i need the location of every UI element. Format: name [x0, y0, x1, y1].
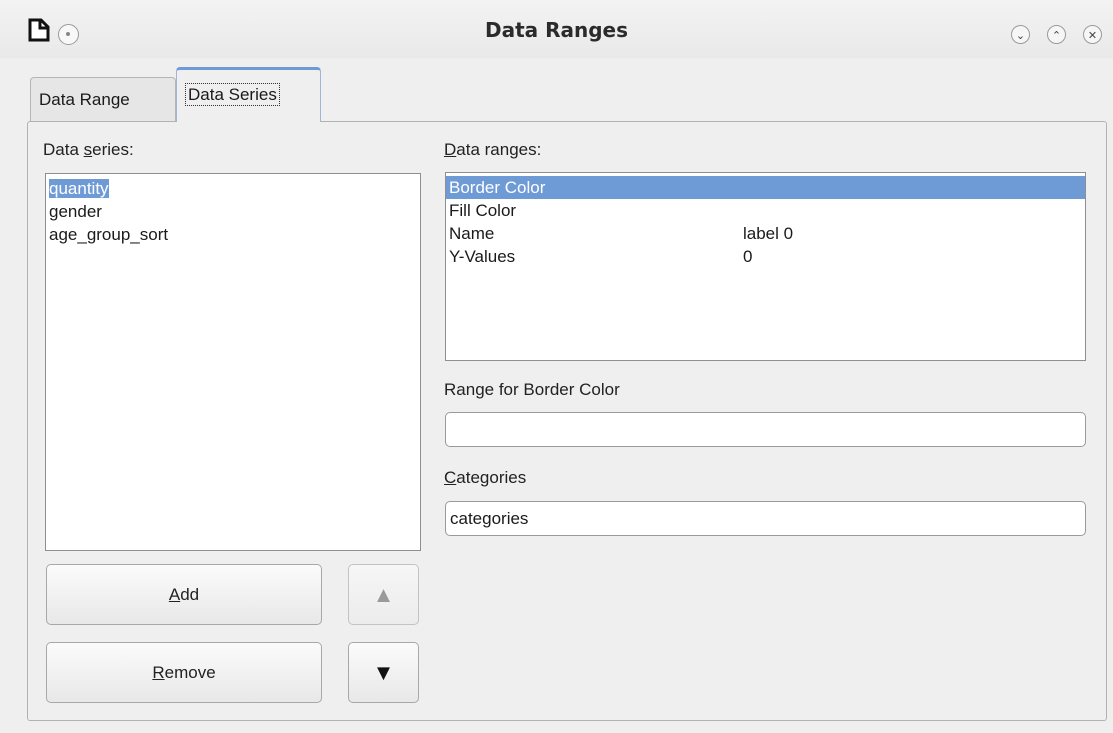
table-row[interactable]: Border Color [446, 176, 1085, 199]
data-ranges-list[interactable]: Border Color Fill Color Name label 0 Y-V… [445, 172, 1086, 361]
move-up-button[interactable]: ▲ [348, 564, 419, 625]
minimize-icon[interactable]: ⌄ [1011, 25, 1030, 44]
categories-input[interactable]: categories [445, 501, 1086, 536]
remove-button[interactable]: Remove [46, 642, 322, 703]
data-series-label: Data series: [43, 140, 134, 159]
up-arrow-icon: ▲ [372, 582, 395, 607]
range-for-label: Range for Border Color [444, 380, 620, 399]
move-down-button[interactable]: ▼ [348, 642, 419, 703]
add-button[interactable]: Add [46, 564, 322, 625]
data-series-panel: Data series: quantity gender age_group_s… [27, 121, 1107, 721]
categories-label: Categories [444, 468, 527, 487]
tab-data-range-label: Data Range [39, 90, 130, 109]
tab-data-range[interactable]: Data Range [30, 77, 176, 121]
range-input[interactable] [445, 412, 1086, 447]
list-item[interactable]: age_group_sort [46, 223, 420, 246]
maximize-icon[interactable]: ⌃ [1047, 25, 1066, 44]
close-icon[interactable]: ✕ [1083, 25, 1102, 44]
list-item[interactable]: gender [46, 200, 420, 223]
tab-data-series-label: Data Series [185, 83, 280, 106]
table-row[interactable]: Y-Values 0 [446, 245, 1085, 268]
title-bar: Data Ranges ⌄ ⌃ ✕ [0, 0, 1113, 58]
list-item[interactable]: quantity [46, 177, 420, 200]
window-title: Data Ranges [484, 18, 629, 42]
tab-data-series[interactable]: Data Series [176, 67, 321, 122]
data-ranges-label: Data ranges: [444, 140, 542, 159]
table-row[interactable]: Fill Color [446, 199, 1085, 222]
down-arrow-icon: ▼ [372, 660, 395, 685]
table-row[interactable]: Name label 0 [446, 222, 1085, 245]
data-series-list[interactable]: quantity gender age_group_sort [45, 173, 421, 551]
